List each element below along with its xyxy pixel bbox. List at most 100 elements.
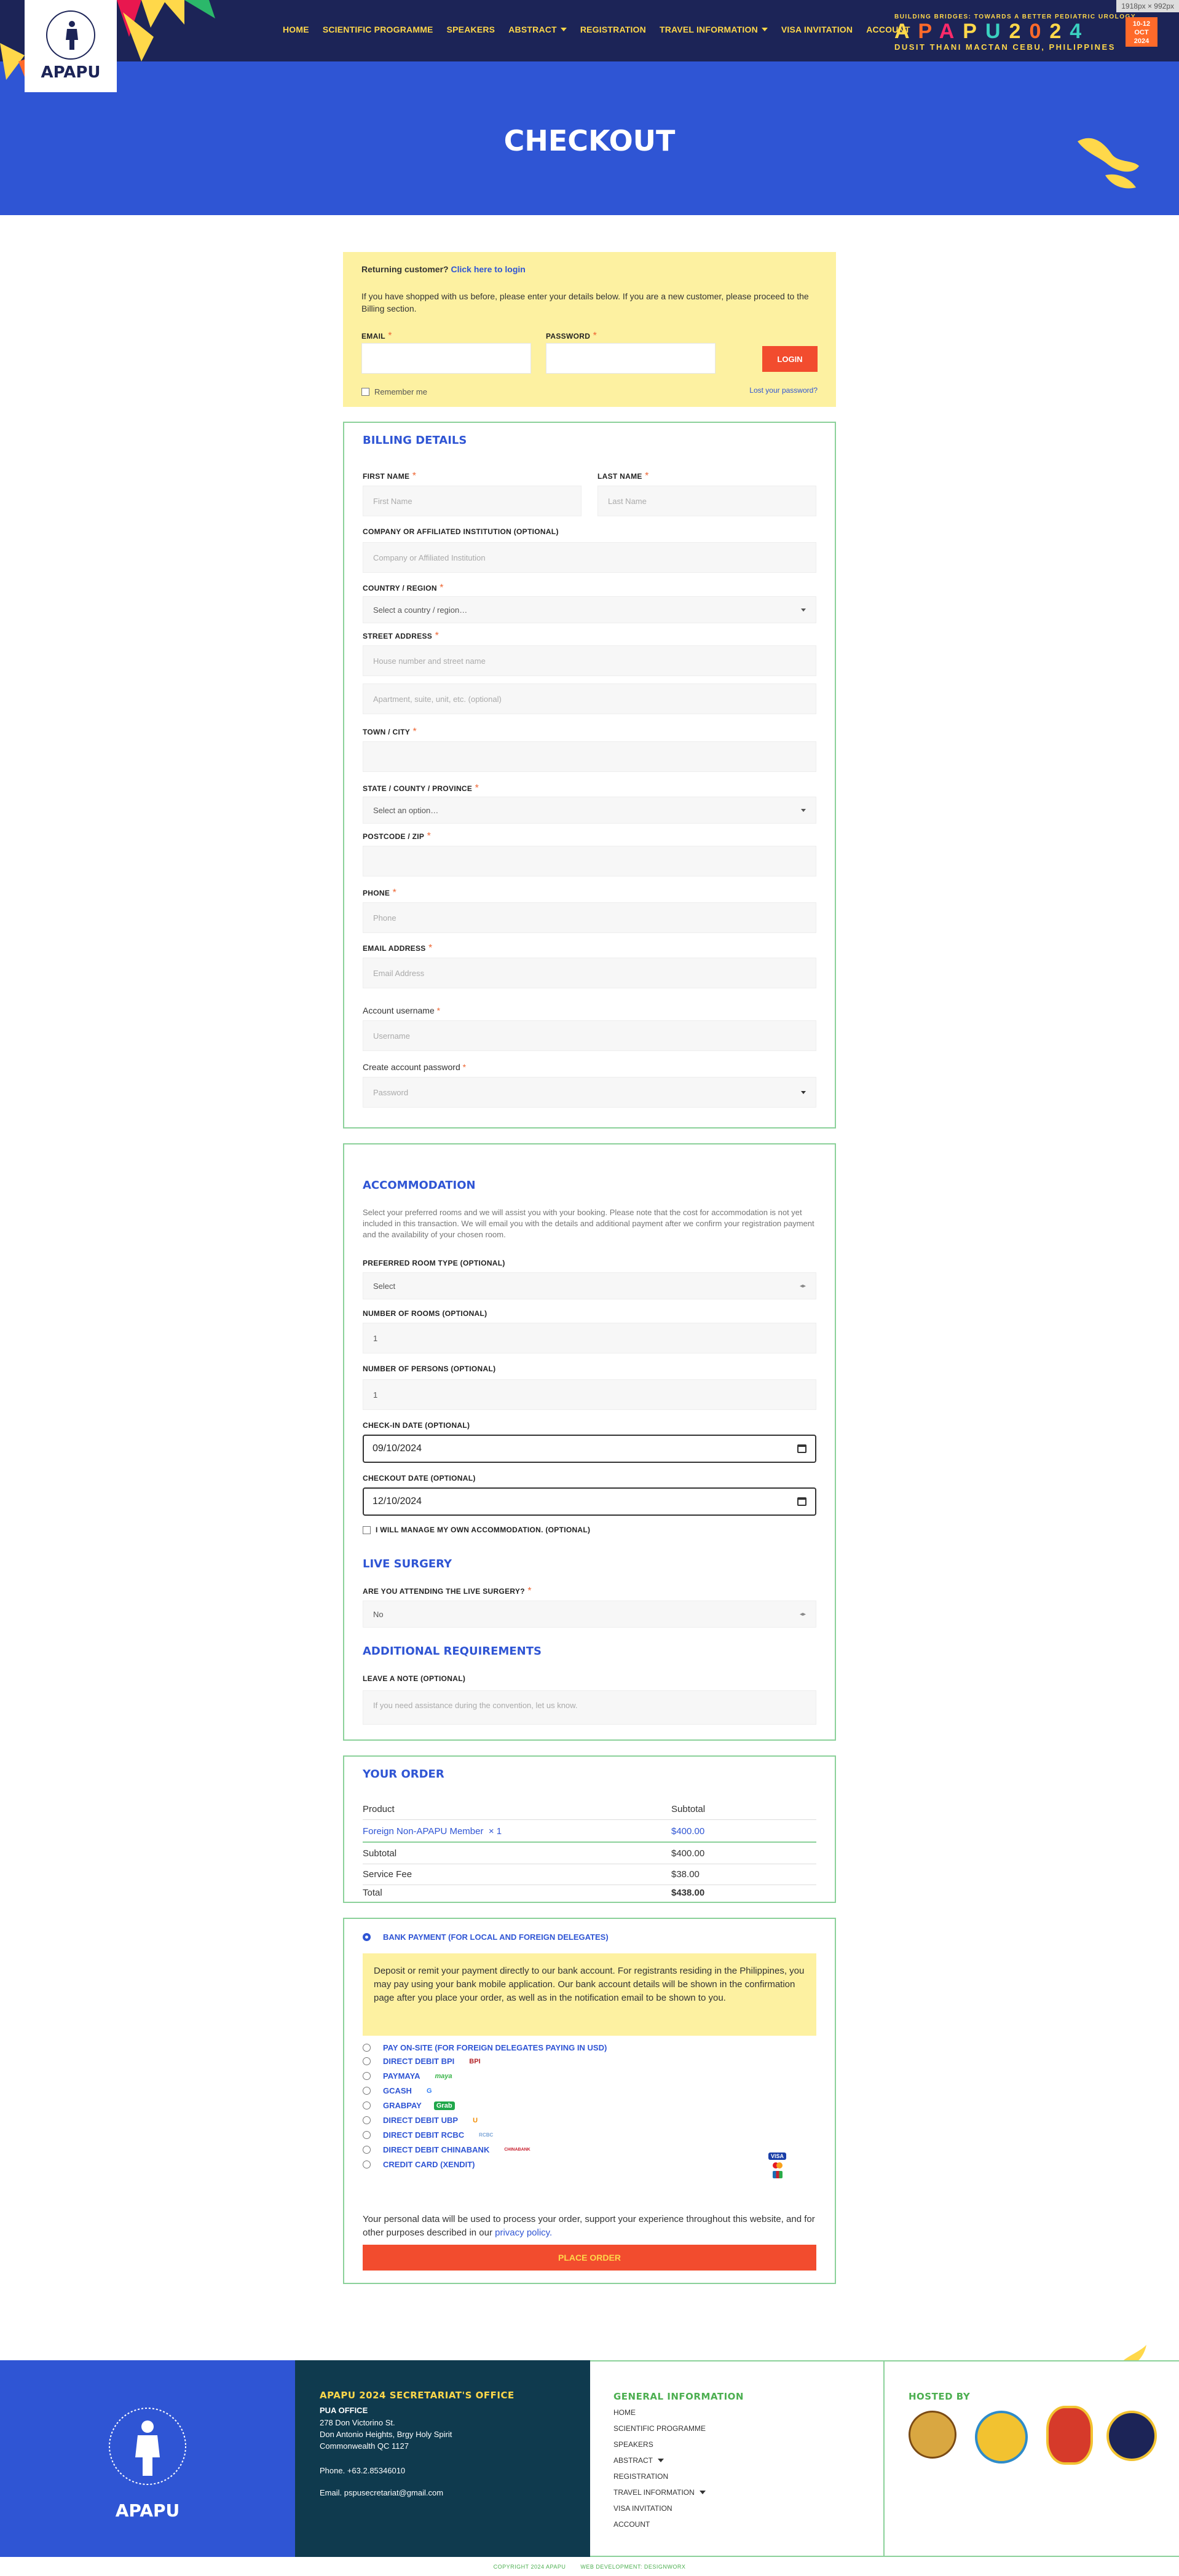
calendar-icon[interactable] (797, 1497, 806, 1506)
password-toggle-icon[interactable] (801, 1090, 806, 1094)
payment-radio[interactable] (363, 2057, 371, 2065)
nav-abstract[interactable]: ABSTRACT (508, 25, 567, 34)
checkin-date-input[interactable]: 09/10/2024 (363, 1435, 816, 1463)
town-city-input[interactable] (363, 741, 816, 772)
password-label: PASSWORD (546, 332, 591, 341)
billing-title: BILLING DETAILS (363, 434, 467, 447)
payment-option-rcbc[interactable]: DIRECT DEBIT RCBC RCBC (363, 2130, 495, 2140)
card-logos: VISA (768, 2153, 787, 2178)
webdev-credit[interactable]: WEB DEVELOPMENT: DESIGNWORX (580, 2564, 685, 2570)
gcash-logo-icon: G (426, 2087, 432, 2095)
persons-input[interactable]: 1 (363, 1379, 816, 1410)
street-address-input[interactable]: House number and street name (363, 645, 816, 676)
select-value: No (373, 1609, 384, 1619)
payment-radio[interactable] (363, 2087, 371, 2095)
payment-option-label: CREDIT CARD (XENDIT) (383, 2160, 475, 2169)
returning-customer-login: Returning customer? Click here to login … (343, 252, 836, 407)
placeholder: Phone (373, 913, 396, 923)
footer-link-scientific-programme[interactable]: SCIENTIFIC PROGRAMME (613, 2420, 706, 2436)
brand-letter: 0 (1029, 20, 1050, 43)
login-button[interactable]: LOGIN (762, 346, 818, 372)
nav-home[interactable]: HOME (283, 25, 309, 34)
company-input[interactable]: Company or Affiliated Institution (363, 542, 816, 573)
username-input[interactable]: Username (363, 1020, 816, 1051)
account-password-input[interactable]: Password (363, 1077, 816, 1108)
state-select[interactable]: Select an option… (363, 797, 816, 824)
payment-option-label: DIRECT DEBIT CHINABANK (383, 2145, 490, 2154)
lost-password-link[interactable]: Lost your password? (749, 386, 818, 395)
footer-contact-panel: APAPU 2024 SECRETARIAT'S OFFICE PUA OFFI… (295, 2360, 590, 2557)
chevron-down-icon (560, 28, 567, 31)
payment-radio[interactable] (363, 2146, 371, 2154)
payment-option-ubp[interactable]: DIRECT DEBIT UBP U (363, 2116, 480, 2125)
site-logo[interactable]: APAPU (25, 0, 117, 92)
click-to-login-link[interactable]: Click here to login (451, 264, 525, 274)
footer-links: HOME SCIENTIFIC PROGRAMME SPEAKERS ABSTR… (613, 2405, 706, 2532)
order-item-name[interactable]: Foreign Non-APAPU Member (363, 1826, 483, 1837)
payment-option-paymaya[interactable]: PAYMAYA maya (363, 2071, 455, 2081)
remember-me-checkbox[interactable] (361, 388, 369, 396)
payment-radio[interactable] (363, 2116, 371, 2124)
footer-link-registration[interactable]: REGISTRATION (613, 2468, 706, 2484)
room-type-select[interactable]: Select ◂▸ (363, 1272, 816, 1299)
footer-link-label: SPEAKERS (613, 2440, 653, 2449)
figure-icon (66, 21, 78, 50)
payment-radio[interactable] (363, 2160, 371, 2168)
footer-link-home[interactable]: HOME (613, 2405, 706, 2420)
nav-speakers[interactable]: SPEAKERS (447, 25, 495, 34)
nav-visa-invitation[interactable]: VISA INVITATION (781, 25, 853, 34)
privacy-text: Your personal data will be used to proce… (363, 2214, 815, 2238)
postcode-input[interactable] (363, 846, 816, 876)
nav-travel-information[interactable]: TRAVEL INFORMATION (660, 25, 768, 34)
placeholder: Apartment, suite, unit, etc. (optional) (373, 694, 502, 704)
footer-link-visa-invitation[interactable]: VISA INVITATION (613, 2500, 706, 2516)
payment-radio[interactable] (363, 2044, 371, 2052)
login-email-input[interactable] (361, 343, 531, 374)
rooms-label: NUMBER OF ROOMS (OPTIONAL) (363, 1309, 487, 1318)
email-address-input[interactable]: Email Address (363, 958, 816, 988)
live-surgery-title: LIVE SURGERY (363, 1558, 452, 1570)
payment-option-onsite[interactable]: PAY ON-SITE (FOR FOREIGN DELEGATES PAYIN… (363, 2043, 607, 2052)
country-select[interactable]: Select a country / region… (363, 596, 816, 623)
placeholder: Company or Affiliated Institution (373, 553, 486, 562)
payment-option-chinabank[interactable]: DIRECT DEBIT CHINABANK CHINABANK (363, 2145, 533, 2154)
calendar-icon[interactable] (797, 1444, 806, 1453)
footer-link-account[interactable]: ACCOUNT (613, 2516, 706, 2532)
payment-option-grabpay[interactable]: GRABPAY Grab (363, 2101, 455, 2110)
nav-scientific-programme[interactable]: SCIENTIFIC PROGRAMME (323, 25, 433, 34)
date-badge-year: 2024 (1134, 37, 1149, 45)
note-textarea[interactable]: If you need assistance during the conven… (363, 1690, 816, 1725)
first-name-input[interactable]: First Name (363, 486, 582, 516)
grab-logo-icon: Grab (433, 2101, 455, 2110)
payment-radio[interactable] (363, 2131, 371, 2139)
payment-radio-selected[interactable] (363, 1933, 371, 1941)
checkout-date-input[interactable]: 12/10/2024 (363, 1487, 816, 1516)
chevron-down-icon (801, 808, 806, 812)
street-address-2-input[interactable]: Apartment, suite, unit, etc. (optional) (363, 683, 816, 714)
footer-link-label: ABSTRACT (613, 2456, 653, 2465)
footer-link-label: TRAVEL INFORMATION (613, 2488, 695, 2497)
privacy-policy-link[interactable]: privacy policy. (495, 2227, 552, 2238)
payment-radio[interactable] (363, 2072, 371, 2080)
footer-link-travel-information[interactable]: TRAVEL INFORMATION (613, 2484, 706, 2500)
phone-input[interactable]: Phone (363, 902, 816, 933)
footer-link-speakers[interactable]: SPEAKERS (613, 2436, 706, 2452)
site-footer: APAPU APAPU 2024 SECRETARIAT'S OFFICE PU… (0, 2360, 1179, 2557)
payment-option-bpi[interactable]: DIRECT DEBIT BPI BPI (363, 2057, 483, 2066)
live-surgery-select[interactable]: No ◂▸ (363, 1601, 816, 1628)
footer-link-label: HOME (613, 2408, 636, 2417)
payment-option-bank[interactable]: BANK PAYMENT (FOR LOCAL AND FOREIGN DELE… (363, 1932, 609, 1942)
place-order-button[interactable]: PLACE ORDER (363, 2245, 816, 2271)
rooms-input[interactable]: 1 (363, 1323, 816, 1353)
last-name-input[interactable]: Last Name (597, 486, 816, 516)
payment-option-credit-card[interactable]: CREDIT CARD (XENDIT) (363, 2160, 475, 2169)
nav-registration[interactable]: REGISTRATION (580, 25, 646, 34)
login-password-input[interactable] (546, 343, 716, 374)
own-accommodation-checkbox[interactable] (363, 1526, 371, 1534)
office-email[interactable]: Email. pspusecretariat@gmail.com (320, 2487, 443, 2499)
payment-option-gcash[interactable]: GCASH G (363, 2086, 435, 2095)
placeholder: Last Name (608, 496, 647, 506)
payment-radio[interactable] (363, 2101, 371, 2109)
street-label: STREET ADDRESS (363, 632, 433, 640)
footer-link-abstract[interactable]: ABSTRACT (613, 2452, 706, 2468)
